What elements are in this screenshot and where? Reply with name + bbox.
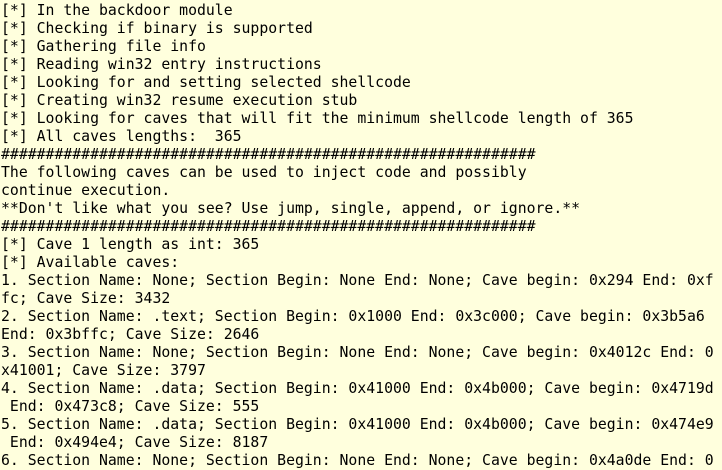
terminal-line: [*] Available caves: (1, 254, 180, 271)
cave-entry-line: x41001; Cave Size: 3797 (1, 362, 206, 379)
terminal-line: [*] In the backdoor module (1, 2, 233, 19)
cave-entry-line: 2. Section Name: .text; Section Begin: 0… (1, 308, 705, 325)
terminal-output[interactable]: [*] In the backdoor module [*] Checking … (0, 0, 722, 470)
cave-entry-line: 5. Section Name: .data; Section Begin: 0… (1, 416, 714, 433)
cave-entry-line: End: 0x3bffc; Cave Size: 2646 (1, 326, 260, 343)
terminal-line: [*] Creating win32 resume execution stub (1, 92, 358, 109)
separator-line: ########################################… (1, 146, 536, 163)
cave-entry-line: End: 0x473c8; Cave Size: 555 (1, 398, 260, 415)
terminal-line: [*] All caves lengths: 365 (1, 128, 242, 145)
terminal-line: The following caves can be used to injec… (1, 164, 527, 181)
cave-entry-line: 4. Section Name: .data; Section Begin: 0… (1, 380, 714, 397)
cave-entry-line: 1. Section Name: None; Section Begin: No… (1, 272, 714, 289)
cave-entry-line: 3. Section Name: None; Section Begin: No… (1, 344, 714, 361)
terminal-line: [*] Looking for caves that will fit the … (1, 110, 634, 127)
terminal-line: [*] Gathering file info (1, 38, 206, 55)
terminal-line: continue execution. (1, 182, 171, 199)
terminal-line: [*] Reading win32 entry instructions (1, 56, 322, 73)
terminal-line: **Don't like what you see? Use jump, sin… (1, 200, 581, 217)
terminal-line: [*] Checking if binary is supported (1, 20, 313, 37)
terminal-line: [*] Looking for and setting selected she… (1, 74, 411, 91)
cave-entry-line: 6. Section Name: None; Section Begin: No… (1, 452, 714, 469)
cave-entry-line: fc; Cave Size: 3432 (1, 290, 171, 307)
separator-line: ########################################… (1, 218, 536, 235)
cave-entry-line: End: 0x494e4; Cave Size: 8187 (1, 434, 269, 451)
terminal-line: [*] Cave 1 length as int: 365 (1, 236, 260, 253)
